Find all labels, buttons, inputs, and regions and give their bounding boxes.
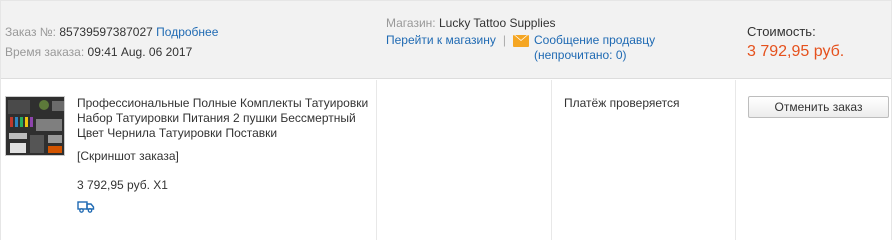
cancel-order-button[interactable]: Отменить заказ [748,96,889,118]
cost-value: 3 792,95 руб. [747,43,845,60]
column-divider [551,80,552,240]
message-seller-link[interactable]: Сообщение продавцу (непрочитано: 0) [534,33,655,63]
cost-label: Стоимость: [747,24,816,39]
store-label: Магазин: [386,16,436,30]
store-row: Магазин: Lucky Tattoo Supplies [386,16,655,30]
product-info: Профессиональные Полные Комплекты Татуир… [77,96,369,216]
order-number: 85739597387027 [59,25,153,39]
item-price-quantity: 3 792,95 руб. X1 [77,178,168,192]
store-name: Lucky Tattoo Supplies [438,16,556,30]
column-divider [376,80,377,240]
order-details-link[interactable]: Подробнее [156,25,218,39]
order-time: 09:41 Aug. 06 2017 [87,45,193,59]
go-to-store-link[interactable]: Перейти к магазину [386,33,496,47]
order-card: Заказ №: 85739597387027 Подробнее Время … [0,0,892,240]
column-divider [735,80,736,240]
envelope-icon [513,35,529,47]
order-number-row: Заказ №: 85739597387027 Подробнее [5,23,218,43]
order-time-row: Время заказа: 09:41 Aug. 06 2017 [5,43,218,63]
order-cost: Стоимость: 3 792,95 руб. [747,23,844,62]
order-header: Заказ №: 85739597387027 Подробнее Время … [1,0,891,79]
order-info: Заказ №: 85739597387027 Подробнее Время … [5,23,218,63]
order-status: Платёж проверяется [564,96,680,110]
product-thumbnail[interactable] [5,96,65,156]
tattoo-kit-image [6,97,64,155]
separator: | [502,33,506,47]
product-title[interactable]: Профессиональные Полные Комплекты Татуир… [77,96,369,141]
store-info: Магазин: Lucky Tattoo Supplies Перейти к… [386,16,655,63]
order-item-row: Профессиональные Полные Комплекты Татуир… [1,80,891,240]
store-actions: Перейти к магазину | Сообщение продавцу … [386,33,655,63]
order-number-label: Заказ №: [5,25,57,39]
truck-icon [77,201,95,213]
message-seller-label: Сообщение продавцу [534,33,656,47]
unread-count: (непрочитано: 0) [534,48,627,62]
order-time-label: Время заказа: [5,45,85,59]
order-snapshot-link[interactable]: [Скриншот заказа] [77,149,369,164]
